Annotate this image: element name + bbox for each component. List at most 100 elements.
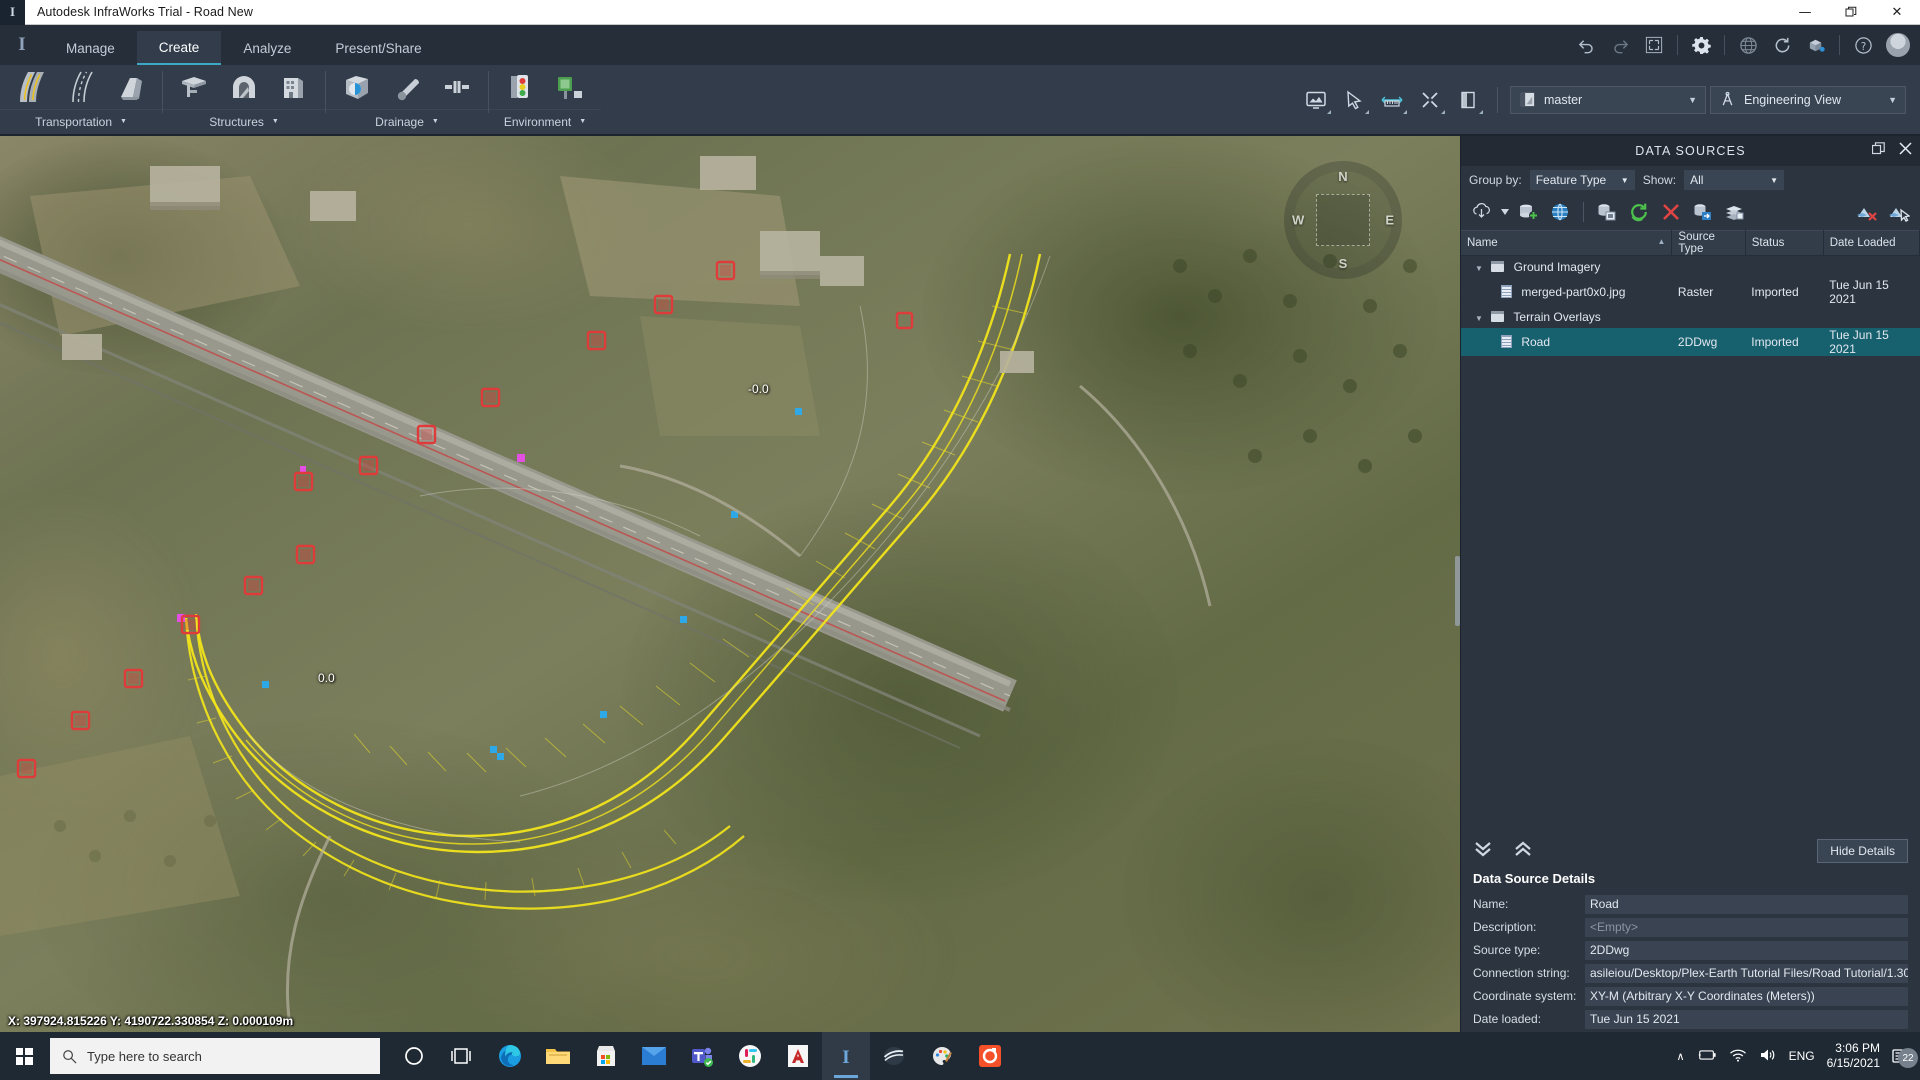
tab-analyze[interactable]: Analyze — [221, 31, 313, 65]
configure-icon[interactable] — [1592, 198, 1622, 226]
detail-value[interactable]: Tue Jun 15 2021 — [1585, 1009, 1908, 1029]
proposal-selector[interactable]: master ▼ — [1510, 85, 1706, 114]
detail-value[interactable]: asileiou/Desktop/Plex-Earth Tutorial Fil… — [1585, 963, 1908, 983]
share-model-icon[interactable] — [1799, 25, 1833, 65]
detail-value[interactable]: 2DDwg — [1585, 940, 1908, 960]
minimize-button[interactable]: — — [1782, 0, 1828, 25]
road-deck-icon[interactable] — [108, 66, 154, 108]
chevron-down-icon[interactable] — [1499, 198, 1511, 226]
ribbon-group-label-transportation[interactable]: Transportation ▼ — [0, 109, 162, 133]
city-furniture-icon[interactable] — [547, 66, 593, 108]
chevron-down-icon[interactable]: ▼ — [1475, 314, 1483, 323]
column-header-status[interactable]: Status — [1745, 230, 1824, 256]
add-data-source-icon[interactable] — [1467, 198, 1497, 226]
layers-icon[interactable] — [1720, 198, 1750, 226]
clock[interactable]: 3:06 PM 6/15/2021 — [1827, 1041, 1880, 1071]
notifications-button[interactable]: 22 — [1892, 1048, 1918, 1068]
mail-icon[interactable] — [630, 1032, 678, 1080]
help-icon[interactable]: ? — [1846, 25, 1880, 65]
close-icon[interactable] — [1899, 142, 1912, 160]
windows-start-icon[interactable] — [0, 1032, 48, 1080]
remove-icon[interactable] — [1656, 198, 1686, 226]
road-icon[interactable] — [8, 66, 54, 108]
table-row[interactable]: ▼ Ground Imagery — [1461, 256, 1920, 278]
file-explorer-icon[interactable] — [534, 1032, 582, 1080]
traffic-signal-icon[interactable] — [497, 66, 543, 108]
tunnel-icon[interactable] — [221, 66, 267, 108]
chevron-double-up-icon[interactable] — [1513, 840, 1533, 862]
show-hidden-icons-chevron[interactable]: ∧ — [1677, 1050, 1685, 1063]
connect-database-icon[interactable] — [1513, 198, 1543, 226]
redo-icon[interactable] — [1603, 25, 1637, 65]
import-icon[interactable] — [1688, 198, 1718, 226]
pipe-icon[interactable] — [384, 66, 430, 108]
bridge-icon[interactable] — [171, 66, 217, 108]
section-icon[interactable] — [1451, 83, 1485, 117]
show-select[interactable]: All ▼ — [1684, 170, 1785, 190]
building-icon[interactable] — [271, 66, 317, 108]
microsoft-edge-icon[interactable] — [486, 1032, 534, 1080]
task-view-icon[interactable] — [438, 1032, 486, 1080]
refresh-icon[interactable] — [1624, 198, 1654, 226]
cortana-icon[interactable] — [390, 1032, 438, 1080]
wifi-icon[interactable] — [1729, 1048, 1747, 1065]
view-style-selector[interactable]: Engineering View ▼ — [1710, 85, 1906, 114]
table-row[interactable]: ▼ Terrain Overlays — [1461, 306, 1920, 328]
detail-value[interactable]: XY-M (Arbitrary X-Y Coordinates (Meters)… — [1585, 986, 1908, 1006]
globe-icon[interactable] — [1731, 25, 1765, 65]
search-input[interactable]: Type here to search — [50, 1038, 380, 1074]
infraworks-icon[interactable]: I — [822, 1032, 870, 1080]
restore-button[interactable] — [1828, 0, 1874, 25]
ribbon-group-label-structures[interactable]: Structures ▼ — [163, 109, 325, 133]
close-button[interactable]: ✕ — [1874, 0, 1920, 25]
intersection-icon[interactable] — [1413, 83, 1447, 117]
screen-recorder-icon[interactable] — [966, 1032, 1014, 1080]
settings-gear-icon[interactable] — [1684, 25, 1718, 65]
railway-icon[interactable] — [58, 66, 104, 108]
culvert-icon[interactable] — [434, 66, 480, 108]
table-row[interactable]: Road 2DDwg Imported Tue Jun 15 2021 — [1461, 327, 1920, 356]
microsoft-store-icon[interactable] — [582, 1032, 630, 1080]
microsoft-teams-icon[interactable] — [678, 1032, 726, 1080]
hide-details-button[interactable]: Hide Details — [1817, 839, 1908, 863]
fullscreen-icon[interactable] — [1637, 25, 1671, 65]
elevation-label-2: 0.0 — [318, 671, 335, 685]
tab-manage[interactable]: Manage — [44, 31, 137, 65]
column-header-name[interactable]: Name ▲ — [1461, 230, 1673, 256]
row-date-loaded: Tue Jun 15 2021 — [1829, 327, 1889, 356]
slack-icon[interactable] — [726, 1032, 774, 1080]
tab-present-share[interactable]: Present/Share — [313, 31, 443, 65]
tab-create[interactable]: Create — [136, 31, 222, 65]
detail-value[interactable]: Road — [1585, 894, 1908, 914]
battery-icon[interactable] — [1697, 1048, 1717, 1065]
ribbon-group-label-environment[interactable]: Environment ▼ — [489, 109, 601, 133]
undo-icon[interactable] — [1569, 25, 1603, 65]
ribbon-group-label-drainage[interactable]: Drainage ▼ — [326, 109, 488, 133]
language-indicator[interactable]: ENG — [1789, 1049, 1815, 1063]
select-coverage-icon[interactable] — [1884, 198, 1914, 226]
connect-web-icon[interactable] — [1545, 198, 1575, 226]
volume-icon[interactable] — [1759, 1048, 1777, 1065]
chevron-down-icon[interactable]: ▼ — [1475, 264, 1483, 273]
undock-icon[interactable] — [1871, 142, 1885, 160]
table-row[interactable]: merged-part0x0.jpg Raster Imported Tue J… — [1461, 278, 1920, 306]
clear-coverage-icon[interactable] — [1852, 198, 1882, 226]
group-by-select[interactable]: Feature Type ▼ — [1529, 170, 1635, 190]
select-arrow-icon[interactable] — [1337, 83, 1371, 117]
catchment-icon[interactable] — [334, 66, 380, 108]
column-header-date-loaded[interactable]: Date Loaded — [1823, 230, 1920, 256]
account-avatar-icon[interactable] — [1886, 33, 1910, 57]
chevron-double-down-icon[interactable] — [1473, 840, 1493, 862]
model-viewport[interactable]: N S W E -0.0 0.0 X: 397924.815226 Y: 419… — [0, 136, 1460, 1032]
display-settings-icon[interactable] — [1299, 83, 1333, 117]
civil3d-icon[interactable] — [870, 1032, 918, 1080]
paint-icon[interactable] — [918, 1032, 966, 1080]
detail-value[interactable]: <Empty> — [1585, 917, 1908, 937]
panel-title: DATA SOURCES — [1635, 144, 1746, 158]
sync-icon[interactable] — [1765, 25, 1799, 65]
measure-icon[interactable] — [1375, 83, 1409, 117]
autocad-icon[interactable] — [774, 1032, 822, 1080]
compass-rose[interactable]: N S W E — [1284, 161, 1402, 279]
column-header-source-type[interactable]: Source Type — [1671, 230, 1746, 256]
data-sources-list[interactable]: Name ▲ Source Type Status Date Loaded ▼ … — [1461, 230, 1920, 831]
